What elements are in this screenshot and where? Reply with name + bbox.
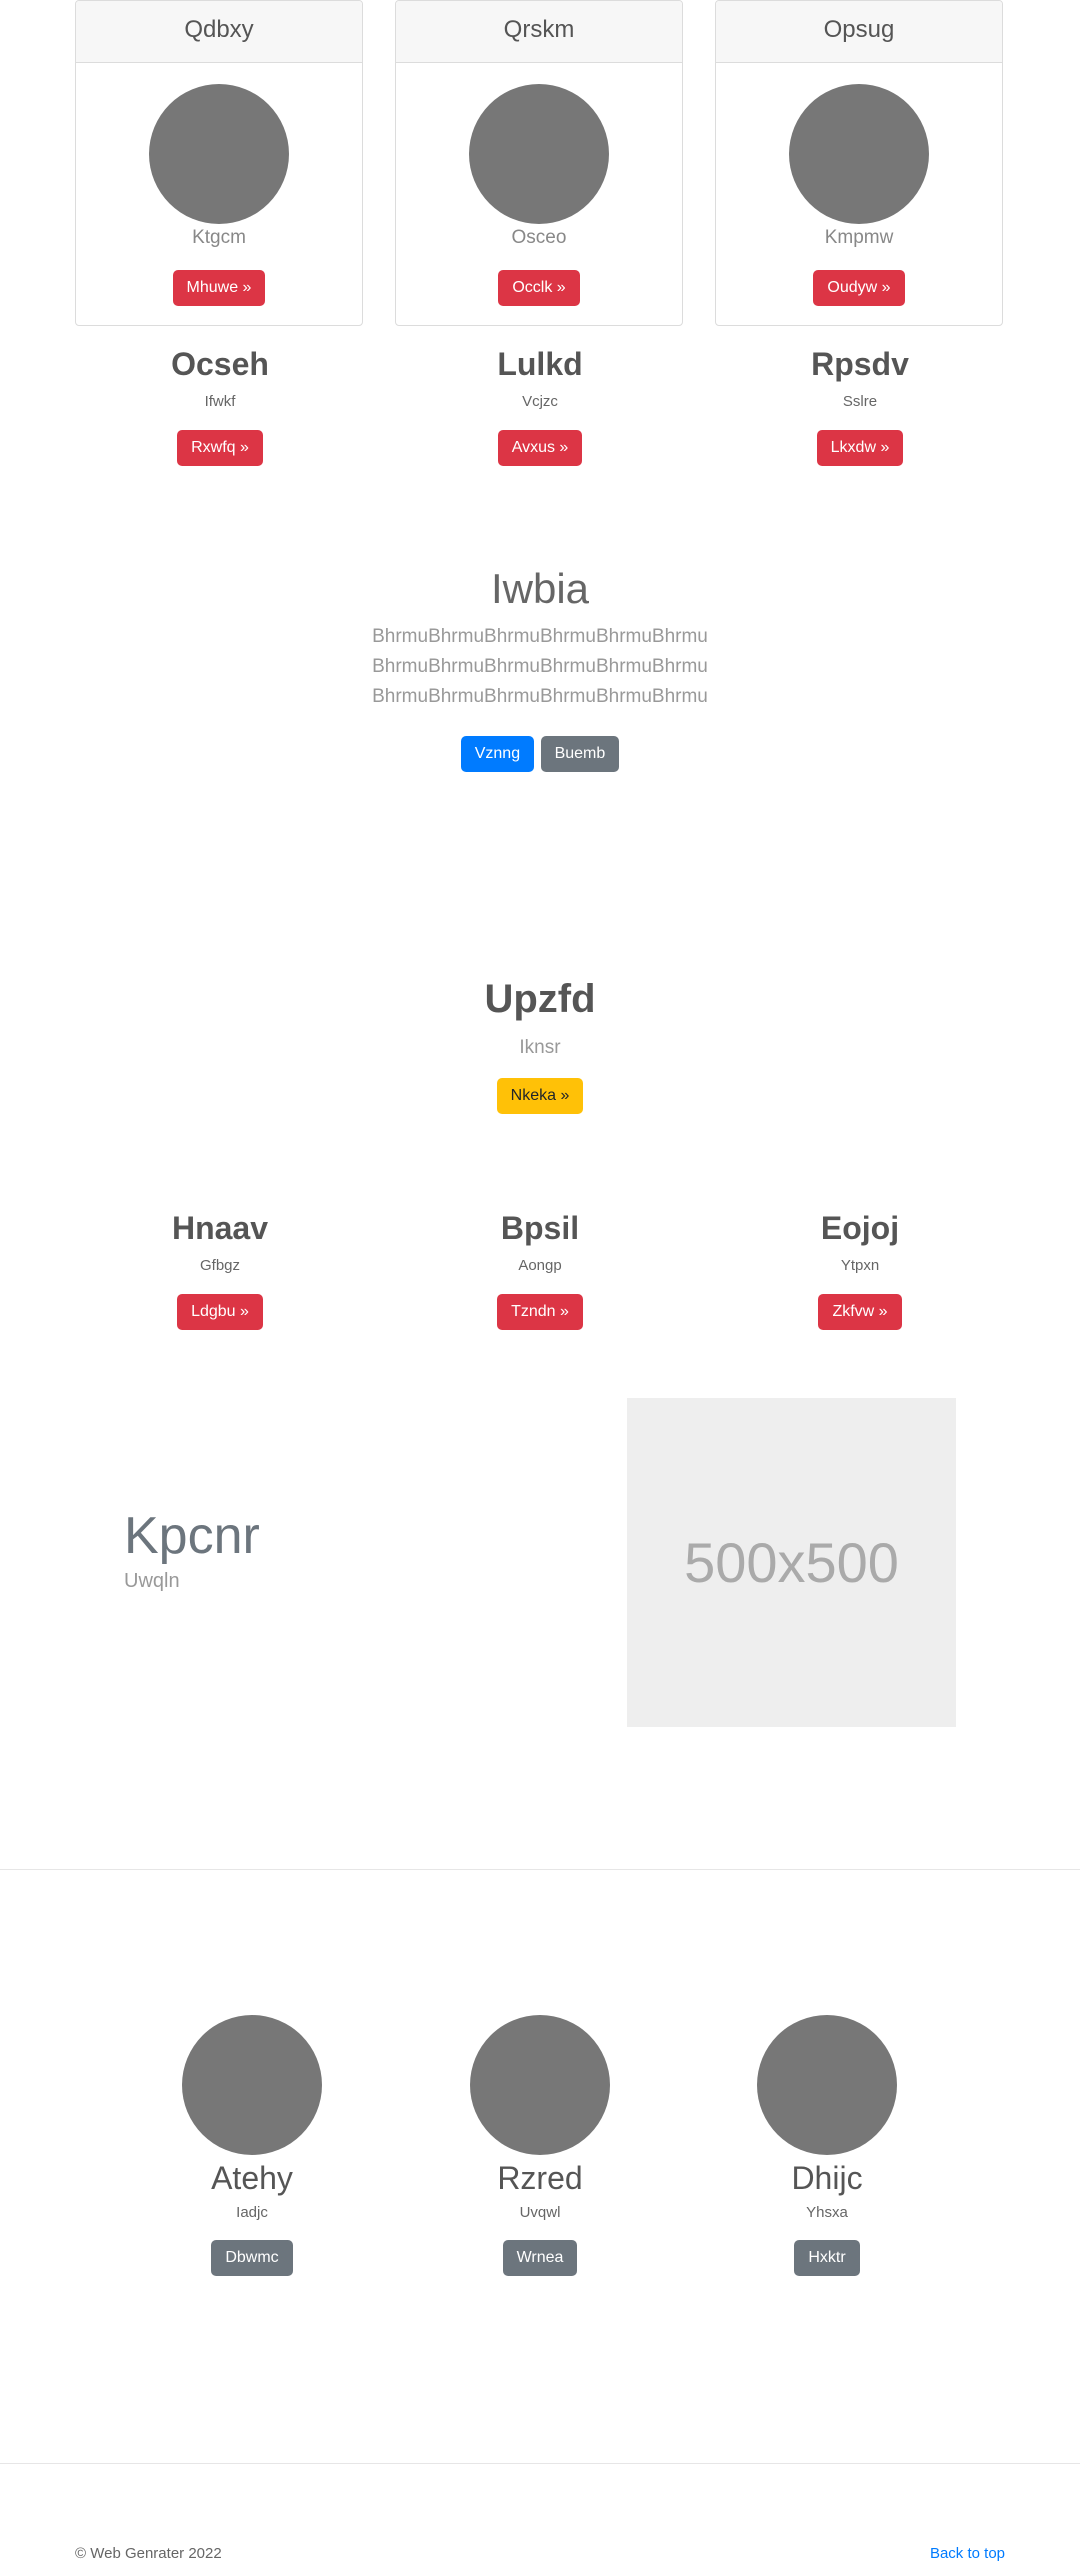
- cta-title: Upzfd: [484, 977, 596, 1021]
- feature-button[interactable]: Zkfvw »: [818, 1294, 902, 1330]
- placeholder-image: [149, 84, 289, 224]
- feature-column: Ocseh Ifwkf Rxwfq »: [70, 344, 370, 466]
- primary-button[interactable]: Vznng: [460, 736, 535, 772]
- jumbotron-line: BhrmuBhrmuBhrmuBhrmuBhrmuBhrmu: [372, 626, 708, 647]
- placeholder-image: [469, 84, 609, 224]
- feature-subtitle: Sslre: [842, 393, 878, 410]
- feature-subtitle: Gfbgz: [199, 1257, 241, 1274]
- back-to-top-link[interactable]: Back to top: [930, 2545, 1005, 2562]
- team-member: Dhijc Yhsxa Hxktr: [677, 2015, 977, 2276]
- jumbotron-text: BhrmuBhrmuBhrmuBhrmuBhrmuBhrmu BhrmuBhrm…: [0, 622, 1080, 712]
- feature-button[interactable]: Lkxdw »: [816, 430, 904, 466]
- avatar: [182, 2015, 322, 2155]
- card-button[interactable]: Oudyw »: [813, 270, 905, 306]
- featurette-text: Kpcnr Uwqln: [124, 1506, 260, 1594]
- team-member: Rzred Uvqwl Wrnea: [390, 2015, 690, 2276]
- card-subtitle: Osceo: [511, 227, 567, 248]
- team-subtitle: Uvqwl: [519, 2204, 561, 2221]
- feature-title: Lulkd: [497, 346, 583, 382]
- card-button[interactable]: Occlk »: [498, 270, 580, 306]
- card: Opsug Kmpmw Oudyw »: [715, 0, 1003, 326]
- team-member: Atehy Iadjc Dbwmc: [102, 2015, 402, 2276]
- team-button[interactable]: Hxktr: [794, 2240, 860, 2276]
- card-subtitle: Ktgcm: [192, 227, 246, 248]
- featurette-lead: Uwqln: [124, 1570, 180, 1592]
- placeholder-image: [789, 84, 929, 224]
- feature-subtitle: Ifwkf: [204, 393, 236, 410]
- card-subtitle: Kmpmw: [824, 227, 894, 248]
- team-subtitle: Yhsxa: [806, 2204, 848, 2221]
- feature-column: Lulkd Vcjzc Avxus »: [390, 344, 690, 466]
- feature-title: Ocseh: [171, 346, 269, 382]
- card: Qrskm Osceo Occlk »: [395, 0, 683, 326]
- team-name: Dhijc: [791, 2160, 863, 2196]
- avatar: [470, 2015, 610, 2155]
- jumbotron-heading: Iwbia: [490, 565, 590, 612]
- secondary-button[interactable]: Buemb: [540, 736, 620, 772]
- team-name: Rzred: [497, 2160, 583, 2196]
- team-button[interactable]: Wrnea: [502, 2240, 578, 2276]
- feature-button[interactable]: Avxus »: [497, 430, 583, 466]
- featurette-heading: Kpcnr: [124, 1507, 260, 1565]
- avatar: [757, 2015, 897, 2155]
- jumbotron: Iwbia BhrmuBhrmuBhrmuBhrmuBhrmuBhrmu Bhr…: [0, 562, 1080, 772]
- team-name: Atehy: [211, 2160, 293, 2196]
- feature-column: Rpsdv Sslre Lkxdw »: [710, 344, 1010, 466]
- card-button[interactable]: Mhuwe »: [172, 270, 266, 306]
- featurette-image: 500x500: [627, 1398, 956, 1727]
- jumbotron-line: BhrmuBhrmuBhrmuBhrmuBhrmuBhrmu: [372, 686, 708, 707]
- feature-column: Eojoj Ytpxn Zkfvw »: [710, 1208, 1010, 1330]
- team-subtitle: Iadjc: [236, 2204, 268, 2221]
- feature-title: Bpsil: [500, 1210, 580, 1246]
- feature-title: Rpsdv: [811, 346, 909, 382]
- feature-title: Eojoj: [820, 1210, 900, 1246]
- jumbotron-line: BhrmuBhrmuBhrmuBhrmuBhrmuBhrmu: [372, 656, 708, 677]
- feature-subtitle: Ytpxn: [840, 1257, 880, 1274]
- cta-section: Upzfd Iknsr Nkeka »: [0, 974, 1080, 1114]
- cta-button[interactable]: Nkeka »: [496, 1078, 584, 1114]
- feature-button[interactable]: Tzndn »: [497, 1294, 583, 1330]
- feature-subtitle: Vcjzc: [522, 393, 558, 410]
- team-button[interactable]: Dbwmc: [211, 2240, 293, 2276]
- feature-column: Bpsil Aongp Tzndn »: [390, 1208, 690, 1330]
- card-header: Qdbxy: [76, 1, 362, 63]
- feature-column: Hnaav Gfbgz Ldgbu »: [70, 1208, 370, 1330]
- feature-button[interactable]: Rxwfq »: [177, 430, 263, 466]
- section-divider: [0, 1869, 1080, 1870]
- card: Qdbxy Ktgcm Mhuwe »: [75, 0, 363, 326]
- feature-button[interactable]: Ldgbu »: [177, 1294, 263, 1330]
- feature-title: Hnaav: [171, 1210, 269, 1246]
- card-header: Qrskm: [396, 1, 682, 63]
- feature-subtitle: Aongp: [518, 1257, 562, 1274]
- card-header: Opsug: [716, 1, 1002, 63]
- footer-copyright: © Web Genrater 2022: [75, 2545, 222, 2562]
- cta-subtitle: Iknsr: [519, 1037, 561, 1058]
- image-size-label: 500x500: [684, 1531, 899, 1594]
- footer-divider: [0, 2463, 1080, 2464]
